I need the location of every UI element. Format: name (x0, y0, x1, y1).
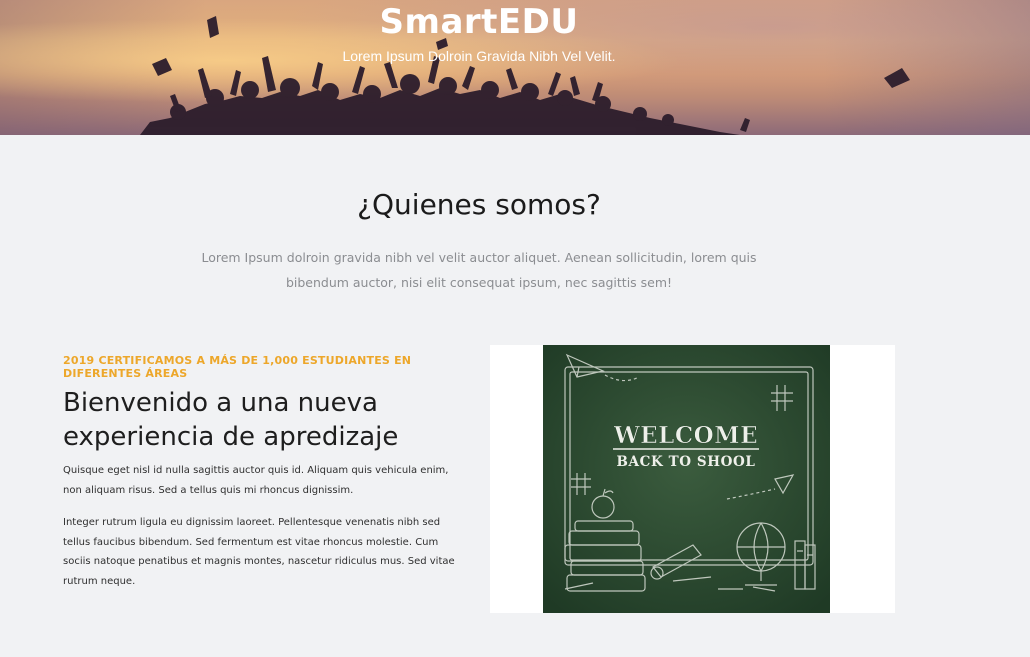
chalkboard-back-to-school-text: BACK TO SHOOL (617, 454, 756, 470)
feature-title: Bienvenido a una nueva experiencia de ap… (63, 388, 399, 452)
chalkboard-image: WELCOME BACK TO SHOOL (543, 345, 830, 613)
feature-eyebrow: 2019 certificamos a más de 1,000 estudia… (63, 354, 412, 380)
chalkboard-welcome-text: WELCOME (613, 422, 758, 449)
about-title: ¿Quienes somos? (357, 188, 601, 221)
feature-paragraph-1: Quisque eget nisl id nulla sagittis auct… (63, 465, 449, 496)
hero-banner: SmartEDU Lorem Ipsum Dolroin Gravida Nib… (0, 0, 1030, 135)
site-subtitle: Lorem Ipsum Dolroin Gravida Nibh Vel Vel… (342, 48, 616, 64)
feature-paragraph-2: Integer rutrum ligula eu dignissim laore… (63, 517, 455, 587)
site-title: SmartEDU (379, 2, 579, 42)
about-description: Lorem Ipsum dolroin gravida nibh vel vel… (201, 250, 757, 290)
chalkboard-illustration: WELCOME BACK TO SHOOL (543, 345, 830, 613)
